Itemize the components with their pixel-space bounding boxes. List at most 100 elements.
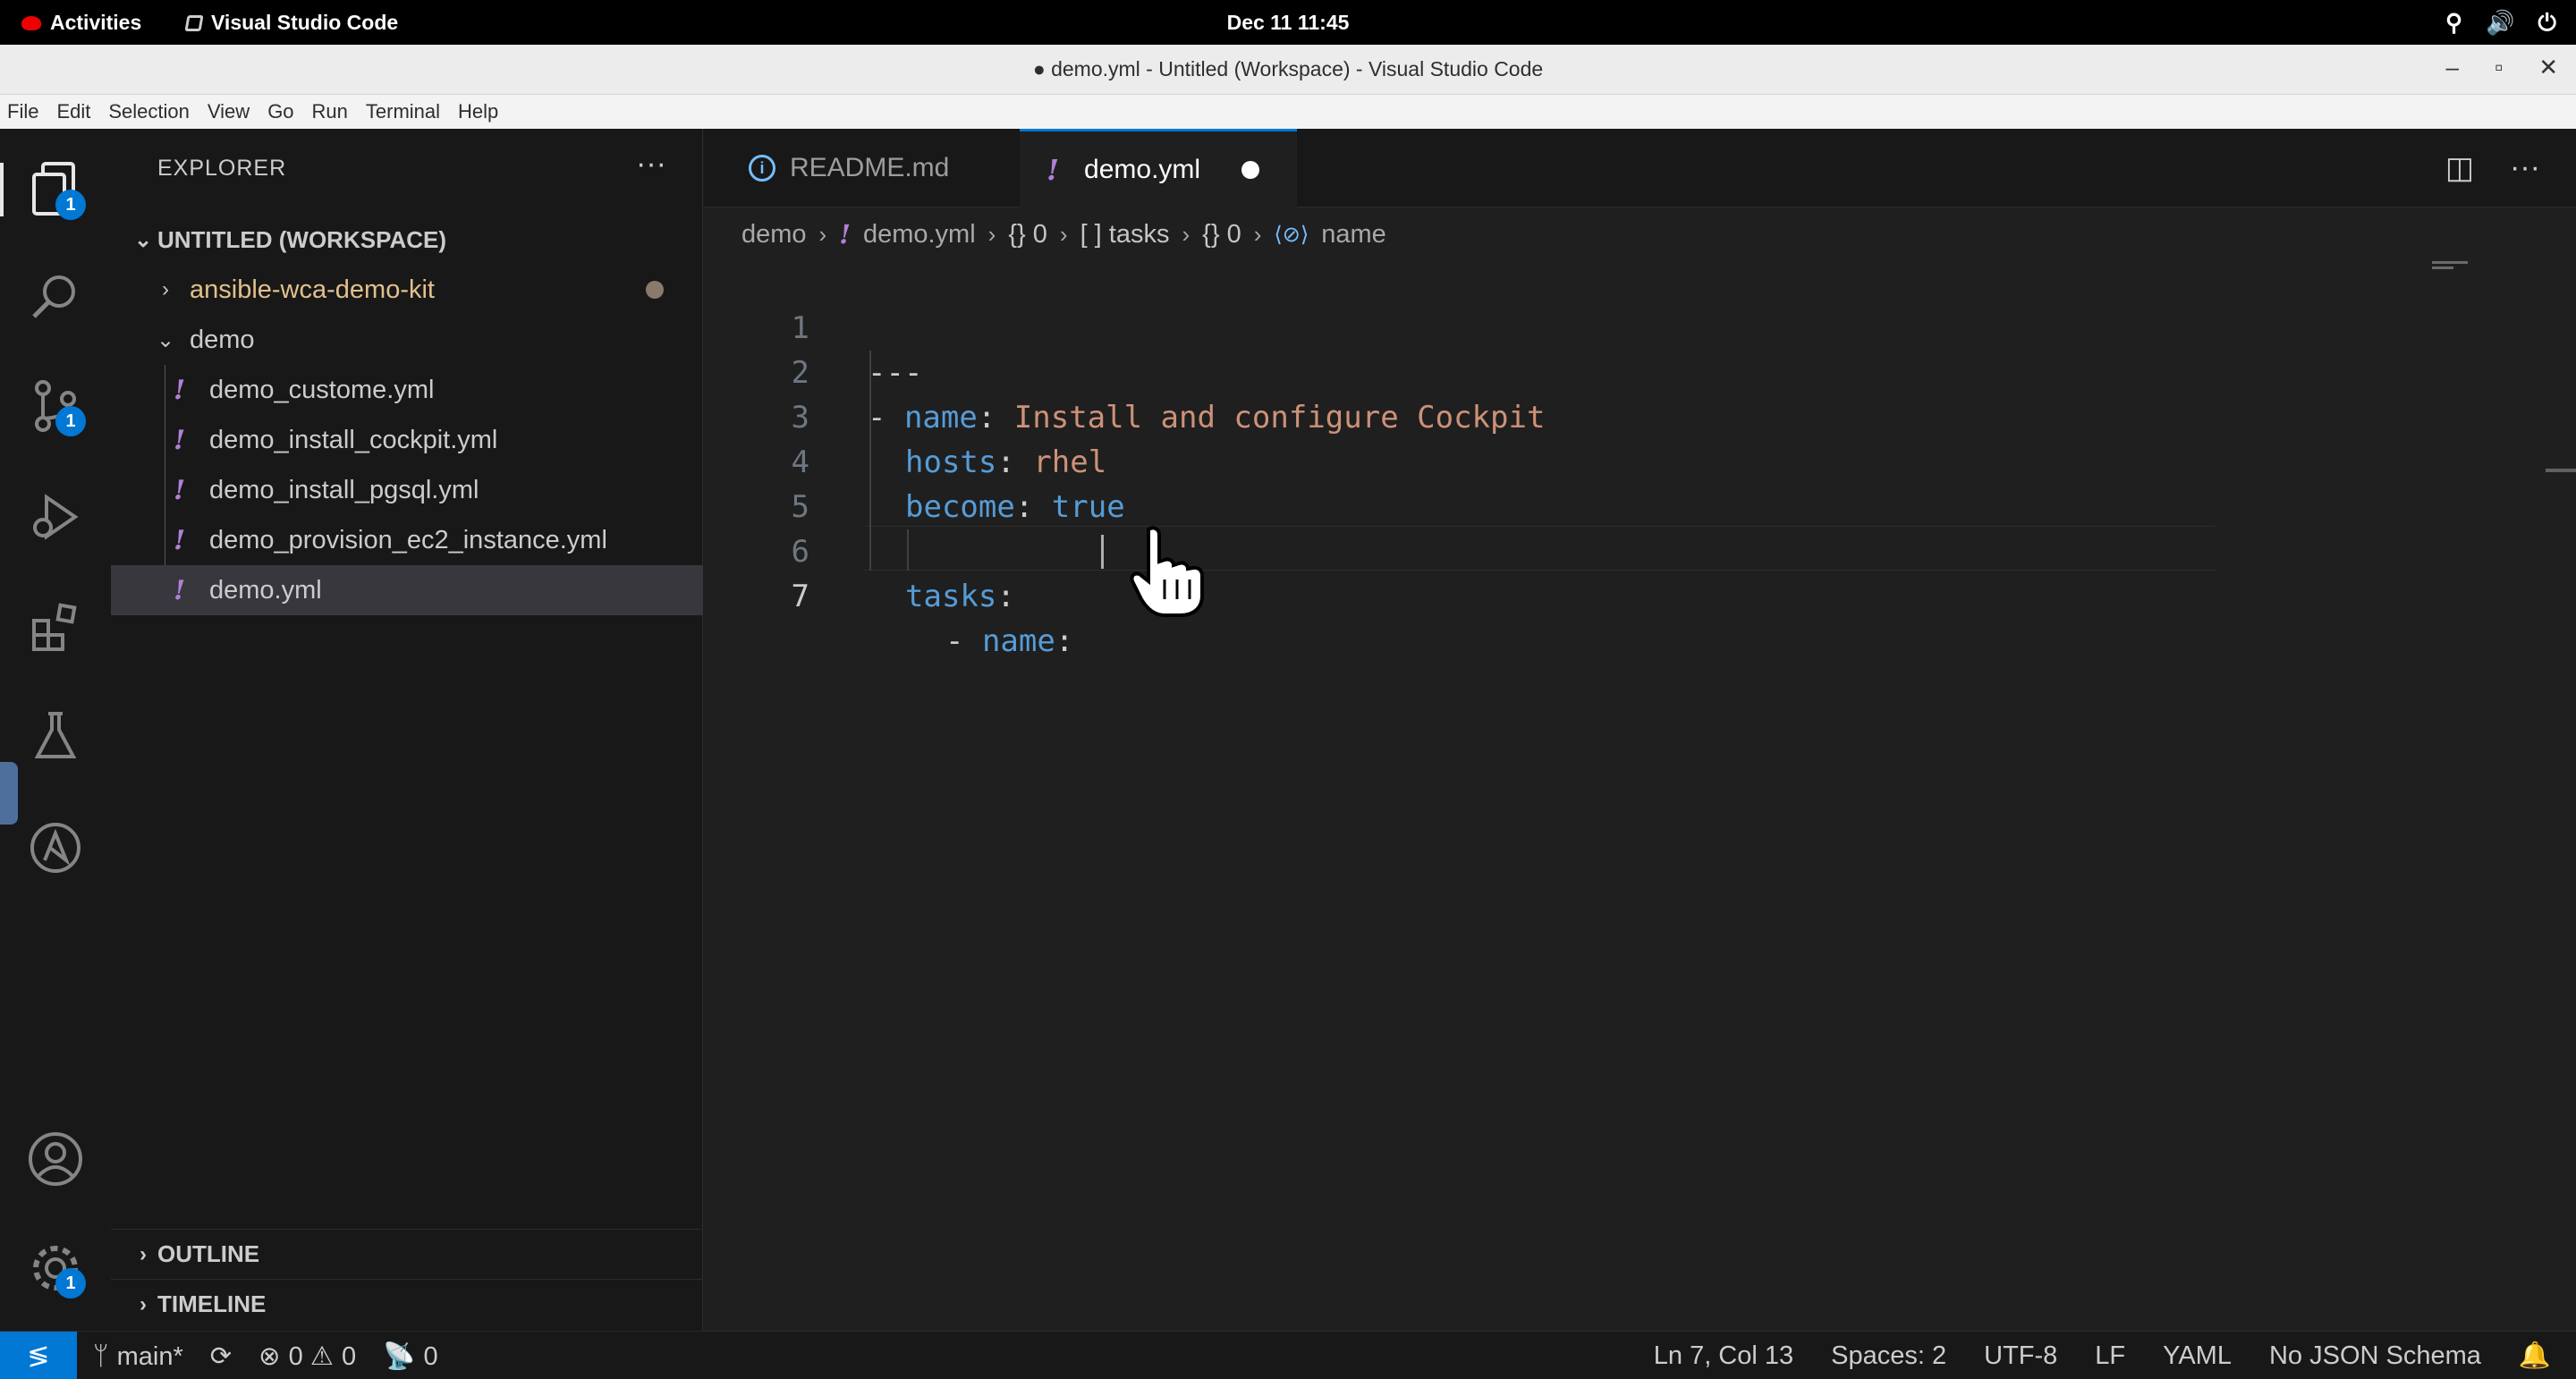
problems-indicator[interactable]: ⊗ 0 ⚠ 0: [258, 1341, 356, 1372]
yaml-file-icon: !: [174, 374, 186, 406]
menu-help[interactable]: Help: [458, 100, 498, 123]
code-editor[interactable]: 1 --- 2 - name: Install and configure Co…: [704, 261, 2576, 1331]
file-label: demo_custome.yml: [209, 375, 435, 404]
menu-terminal[interactable]: Terminal: [366, 100, 440, 123]
cursor-position[interactable]: Ln 7, Col 13: [1654, 1341, 1793, 1371]
language-mode[interactable]: YAML: [2163, 1341, 2232, 1371]
field-icon: ⟨⊘⟩: [1274, 222, 1309, 247]
yaml-file-icon: !: [174, 424, 186, 456]
close-button[interactable]: ✕: [2538, 54, 2558, 81]
explorer-badge: 1: [55, 190, 86, 220]
workspace-section[interactable]: ⌄ UNTITLED (WORKSPACE): [111, 215, 703, 265]
chevron-right-icon: ›: [1182, 220, 1191, 248]
file-demo-custome[interactable]: ! demo_custome.yml: [111, 365, 703, 415]
explorer-icon[interactable]: 1: [0, 147, 111, 233]
menu-run[interactable]: Run: [312, 100, 348, 123]
chevron-right-icon: ›: [140, 1291, 147, 1316]
outline-label: OUTLINE: [157, 1240, 260, 1267]
menu-edit[interactable]: Edit: [56, 100, 90, 123]
file-label: demo_install_pgsql.yml: [209, 475, 479, 504]
yaml-file-icon: !: [174, 474, 186, 506]
menu-bar: File Edit Selection View Go Run Terminal…: [0, 95, 2576, 129]
info-icon: i: [749, 155, 775, 182]
chevron-down-icon: ⌄: [156, 327, 175, 352]
yaml-key: tasks: [905, 579, 997, 614]
window-titlebar: ● demo.yml - Untitled (Workspace) - Visu…: [0, 45, 2576, 95]
remote-indicator-icon[interactable]: ≶: [0, 1332, 77, 1379]
encoding[interactable]: UTF-8: [1984, 1341, 2057, 1371]
system-top-bar: Activities Visual Studio Code Dec 11 11:…: [0, 0, 2576, 45]
tab-label: README.md: [790, 153, 950, 182]
menu-view[interactable]: View: [208, 100, 250, 123]
tab-demo-yml[interactable]: ! demo.yml: [1020, 129, 1297, 207]
file-demo-install-pgsql[interactable]: ! demo_install_pgsql.yml: [111, 465, 703, 515]
code-line[interactable]: 1 ---: [704, 261, 2403, 391]
breadcrumb-file[interactable]: demo.yml: [863, 220, 976, 250]
unsaved-dot[interactable]: [1241, 160, 1260, 179]
volume-icon[interactable]: 🔊: [2486, 9, 2514, 38]
more-actions-icon[interactable]: ···: [636, 147, 666, 182]
breadcrumb-tasks[interactable]: [ ] tasks: [1080, 220, 1170, 250]
file-demo-yml[interactable]: ! demo.yml: [111, 565, 703, 615]
outline-section[interactable]: › OUTLINE: [111, 1229, 703, 1279]
json-schema[interactable]: No JSON Schema: [2269, 1341, 2481, 1371]
folder-ansible-wca-demo-kit[interactable]: › ansible-wca-demo-kit: [111, 265, 703, 315]
minimize-button[interactable]: –: [2446, 54, 2459, 81]
code-token: -: [945, 623, 982, 659]
code-line[interactable]: 2 - name: Install and configure Cockpit: [704, 306, 2403, 436]
manage-gear-icon[interactable]: 1: [0, 1225, 111, 1311]
breadcrumb-name[interactable]: name: [1321, 220, 1386, 250]
search-icon[interactable]: [0, 254, 111, 340]
code-line[interactable]: 6 tasks:: [704, 485, 2403, 614]
breadcrumb-folder[interactable]: demo: [741, 220, 807, 250]
chevron-right-icon: ›: [1253, 220, 1262, 248]
hand-pointer-cursor: [1130, 526, 1204, 617]
activity-bar: 1 1 1: [0, 129, 111, 1331]
code-line[interactable]: 7 - name:: [704, 529, 2403, 659]
file-demo-install-cockpit[interactable]: ! demo_install_cockpit.yml: [111, 415, 703, 465]
code-line[interactable]: 4 become: true: [704, 395, 2403, 525]
workspace-label: UNTITLED (WORKSPACE): [157, 225, 447, 253]
branch-indicator[interactable]: ᛘ main*: [93, 1341, 183, 1372]
timeline-label: TIMELINE: [157, 1290, 267, 1317]
run-debug-icon[interactable]: [0, 474, 111, 560]
chevron-right-icon: ›: [1059, 220, 1068, 248]
sidebar-resize-handle[interactable]: [0, 762, 18, 825]
split-editor-icon[interactable]: ◫: [2445, 150, 2474, 186]
notifications-bell-icon[interactable]: 🔔: [2519, 1341, 2551, 1371]
menu-file[interactable]: File: [7, 100, 38, 123]
indentation[interactable]: Spaces: 2: [1831, 1341, 1946, 1371]
maximize-button[interactable]: ▫: [2495, 54, 2503, 81]
power-icon[interactable]: ⏻: [2538, 9, 2556, 38]
editor-tabs: i README.md ! demo.yml ◫ ···: [704, 129, 2576, 207]
file-demo-provision-ec2[interactable]: ! demo_provision_ec2_instance.yml: [111, 515, 703, 565]
ports-indicator[interactable]: 📡 0: [383, 1341, 437, 1372]
end-of-line[interactable]: LF: [2095, 1341, 2125, 1371]
settings-badge: 1: [55, 1268, 86, 1299]
system-tray[interactable]: ⚲ 🔊 ⏻: [2445, 9, 2556, 38]
file-label: demo_install_cockpit.yml: [209, 425, 498, 454]
ports-count: 0: [423, 1341, 438, 1371]
breadcrumb-object-0[interactable]: {} 0: [1008, 220, 1047, 250]
chevron-right-icon: ›: [162, 277, 169, 301]
source-control-icon[interactable]: 1: [0, 363, 111, 449]
sync-icon[interactable]: ⟳: [210, 1341, 232, 1372]
breadcrumb-object-0-inner[interactable]: {} 0: [1202, 220, 1241, 250]
code-line[interactable]: 5: [704, 440, 2403, 525]
tab-readme[interactable]: i README.md: [722, 129, 976, 207]
menu-go[interactable]: Go: [267, 100, 293, 123]
chevron-right-icon: ›: [987, 220, 996, 248]
timeline-section[interactable]: › TIMELINE: [111, 1279, 703, 1329]
more-actions-icon[interactable]: ···: [2510, 150, 2540, 186]
code-line[interactable]: 3 hosts: rhel: [704, 351, 2403, 480]
chevron-right-icon: ›: [140, 1241, 147, 1266]
clock[interactable]: Dec 11 11:45: [0, 11, 2576, 35]
menu-selection[interactable]: Selection: [108, 100, 190, 123]
chevron-right-icon: ›: [818, 220, 827, 248]
error-count: 0: [288, 1341, 303, 1371]
account-icon[interactable]: [0, 1116, 111, 1202]
yaml-file-icon: !: [174, 574, 186, 606]
folder-demo[interactable]: ⌄ demo: [111, 315, 703, 365]
network-icon[interactable]: ⚲: [2445, 9, 2462, 38]
extensions-icon[interactable]: [0, 585, 111, 671]
